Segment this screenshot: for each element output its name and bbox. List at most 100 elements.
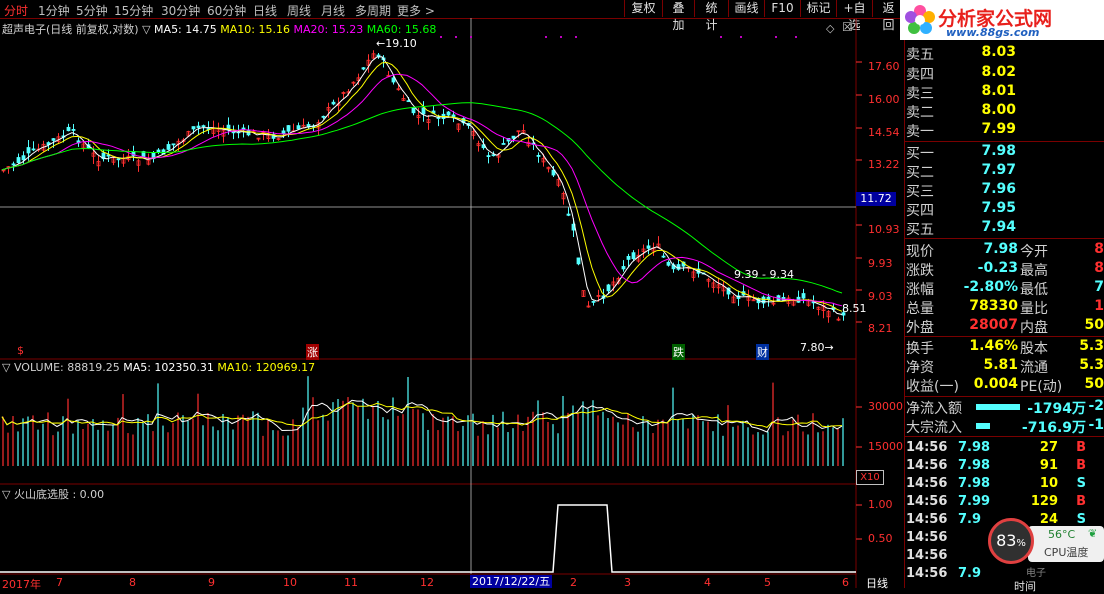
add-watchlist-button[interactable]: +自选 (836, 0, 872, 32)
candle-body (171, 143, 176, 146)
f10-button[interactable]: F10 (764, 0, 800, 17)
stat-row: 总量 78330 量比 1 (906, 298, 1104, 317)
cpu-monitor-widget[interactable]: 56°C ❦ CPU温度 83% 电子 (986, 516, 1104, 579)
ask-row: 卖三 8.01 (906, 83, 1016, 102)
indicator-legend: ▽ 火山底选股 : 0.00 (2, 486, 104, 502)
tab-period-5min[interactable]: 5分钟 (76, 2, 108, 19)
ask-row: 卖四 8.02 (906, 64, 1016, 83)
net-inflow-row: 净流入额 -1794万 -2 (906, 398, 1104, 417)
chart-area[interactable] (0, 18, 904, 588)
candle-body (196, 125, 201, 128)
candle-body (626, 256, 631, 260)
vol-ma5-legend: MA5: 102350.31 (123, 361, 214, 374)
x-axis-label: 4 (704, 576, 711, 589)
vol-y-tick: 15000 (868, 440, 903, 453)
y-tick: 13.22 (868, 158, 900, 171)
candle-body (31, 148, 36, 151)
ask-row: 卖一 7.99 (906, 121, 1016, 140)
ask-row: 卖二 8.00 (906, 102, 1016, 121)
close-chart-icon[interactable]: ☒ (842, 20, 853, 34)
x-axis-label: 9 (208, 576, 215, 589)
candlestick-series (1, 50, 846, 323)
candle-body (16, 157, 21, 163)
candle-body (801, 293, 806, 299)
tab-period-fenshi[interactable]: 分时 (4, 2, 28, 19)
bid-row: 买一 7.98 (906, 143, 1016, 162)
candle-body (201, 125, 206, 128)
tab-period-multi[interactable]: 多周期 (355, 2, 391, 19)
y-tick: 10.93 (868, 223, 900, 236)
candle-body (191, 126, 196, 130)
marker-dot (545, 36, 547, 38)
candle-body (26, 147, 31, 154)
volume-ma-lines (1, 399, 843, 433)
panel-divider (904, 40, 905, 588)
candle-body (631, 252, 636, 260)
tab-period-weekly[interactable]: 周线 (287, 2, 311, 19)
volume-ma-line (1, 402, 843, 428)
draw-line-button[interactable]: 画线 (728, 0, 764, 17)
tab-period-1min[interactable]: 1分钟 (38, 2, 70, 19)
candle-body (501, 143, 506, 145)
diamond-icon[interactable]: ◇ (826, 22, 834, 35)
last-price-marker: 8.51 (842, 302, 867, 315)
overlay-button[interactable]: 叠加 (662, 0, 694, 32)
marker-dot (720, 36, 722, 38)
candle-body (491, 154, 496, 157)
signal-finance: 财 (756, 344, 769, 360)
candle-body (51, 138, 56, 141)
x-axis-label: 12 (420, 576, 434, 589)
stat-row: 涨跌 -0.23 最高 8 (906, 260, 1104, 279)
ma60-legend: MA60: 15.68 (366, 23, 437, 36)
tab-period-monthly[interactable]: 月线 (321, 2, 345, 19)
statistics-button[interactable]: 统计 (694, 0, 728, 32)
block-inflow-row: 大宗流入 -716.9万 -1 (906, 417, 1104, 436)
stat-row: 涨幅 -2.80% 最低 7 (906, 279, 1104, 298)
indicator-signal-line (0, 504, 856, 573)
candle-body (511, 135, 516, 139)
tab-period-more[interactable]: 更多 > (397, 2, 435, 19)
tab-period-15min[interactable]: 15分钟 (114, 2, 153, 19)
x-axis-label: 11 (344, 576, 358, 589)
signal-up: 涨 (306, 344, 319, 360)
marker-dot (440, 36, 442, 38)
volume-title[interactable]: ▽ VOLUME: 88819.25 (2, 361, 120, 374)
cpu-temp: 56°C (1048, 528, 1076, 541)
ind-y-tick: 1.00 (868, 498, 893, 511)
volume-ma-line (1, 399, 843, 433)
separator (904, 141, 1104, 142)
candle-body (391, 77, 396, 83)
restore-rights-button[interactable]: 复权 (624, 0, 662, 17)
tab-period-daily[interactable]: 日线 (253, 2, 277, 19)
candle-body (116, 158, 121, 161)
low-price-marker: 7.80→ (800, 341, 834, 354)
logo-url: www.88gs.com (946, 26, 1040, 39)
ma-line (1, 61, 843, 312)
candle-body (661, 255, 666, 258)
period-label[interactable]: 日线 (866, 575, 888, 591)
candle-body (286, 125, 291, 132)
marker-dot (560, 36, 562, 38)
mark-button[interactable]: 标记 (800, 0, 836, 17)
indicator-title[interactable]: ▽ 火山底选股 : 0.00 (2, 488, 104, 501)
tab-time[interactable]: 时间 (1014, 578, 1036, 594)
tick-row: 14:56 7.98 10 S (906, 476, 1086, 491)
candle-body (21, 155, 26, 161)
tab-period-60min[interactable]: 60分钟 (207, 2, 246, 19)
y-tick: 9.93 (868, 257, 893, 270)
candle-body (166, 144, 171, 150)
cpu-temp-label: CPU温度 (1044, 546, 1089, 559)
candle-body (606, 284, 611, 292)
stat-row: 现价 7.98 今开 8 (906, 241, 1104, 260)
signal-down: 跌 (672, 344, 685, 360)
candle-body (576, 257, 581, 265)
stat-row: 外盘 28007 内盘 50 (906, 317, 1104, 336)
candle-body (11, 163, 16, 166)
ma-line (1, 56, 843, 315)
marker-dot (775, 36, 777, 38)
ma10-legend: MA10: 15.16 (220, 23, 290, 36)
tab-period-30min[interactable]: 30分钟 (161, 2, 200, 19)
stock-title[interactable]: 超声电子(日线 前复权,对数) ▽ (2, 23, 151, 36)
candle-body (331, 101, 336, 105)
candle-body (621, 266, 626, 270)
